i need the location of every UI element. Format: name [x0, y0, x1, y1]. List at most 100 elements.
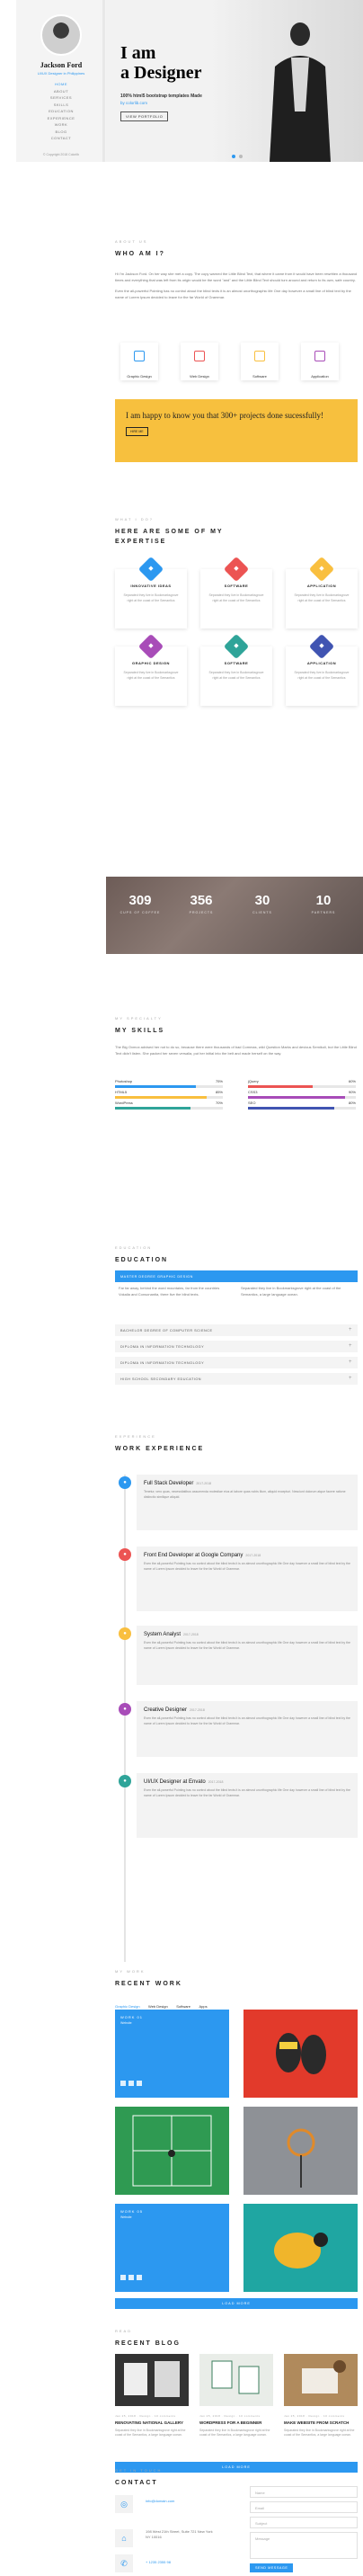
post-excerpt: Separated they live in Bookmarksgrove ri… — [284, 2429, 355, 2437]
subject-field[interactable]: Subject — [250, 2517, 358, 2528]
work-tile-2[interactable] — [243, 2010, 358, 2098]
contact-email[interactable]: info@domain.com — [146, 2499, 174, 2504]
work-title: RECENT WORK — [115, 1981, 182, 1987]
skill-track — [248, 1085, 356, 1088]
globe-icon: ◎ — [115, 2495, 133, 2513]
page: { "sidebar":{"name":"Jackson Ford","role… — [0, 0, 363, 2576]
work-tile-3[interactable] — [115, 2107, 229, 2195]
accordion-open-item[interactable]: MASTER DEGREE GRAPHIC DESIGN — [115, 1270, 358, 1282]
work-tile-6[interactable] — [243, 2204, 358, 2292]
nav-skills[interactable]: SKILLS — [16, 102, 106, 109]
timeline-dot-icon: ● — [119, 1476, 131, 1489]
tab-apps[interactable]: Apps — [199, 2004, 207, 2009]
counter-label: PROJECTS — [189, 911, 214, 914]
heart-icon[interactable] — [120, 2081, 126, 2086]
nav-experience[interactable]: EXPERIENCE — [16, 115, 106, 122]
skill-track — [115, 1085, 223, 1088]
feature-graphic-design: Graphic Design — [120, 343, 158, 380]
calendar-icon[interactable] — [137, 2081, 142, 2086]
service-desc: Separated they live in Bookmarksgrove ri… — [123, 671, 179, 680]
blog-post[interactable]: Jan 25, 2018 · Design · 10 comments WORD… — [199, 2354, 273, 2438]
name-field[interactable]: Name — [250, 2486, 358, 2498]
post-title[interactable]: RENOVATING NATIONAL GALLERY — [115, 2420, 189, 2426]
accordion-item[interactable]: HIGH SCHOOL SECONDARY EDUCATION + — [115, 1373, 358, 1385]
tab-web-design[interactable]: Web Design — [148, 2004, 168, 2009]
nav-services[interactable]: SERVICES — [16, 94, 106, 102]
timeline-dot-icon: ● — [119, 1627, 131, 1640]
about-kicker: ABOUT US — [115, 239, 148, 244]
tile-caption: WORK 01 Website — [120, 2015, 143, 2025]
hero-title: I am a Designer — [120, 43, 202, 83]
nav-about[interactable]: ABOUT — [16, 88, 106, 95]
accordion-label: BACHELOR DEGREE OF COMPUTER SCIENCE — [120, 1328, 213, 1333]
calendar-icon[interactable] — [137, 2275, 142, 2280]
feature-label: Software — [252, 374, 267, 379]
work-section: MY WORK RECENT WORK Graphic Design Web D… — [115, 1969, 358, 2311]
skill-percent: 70% — [215, 1101, 223, 1105]
nav-blog[interactable]: BLOG — [16, 129, 106, 136]
blog-post[interactable]: Jan 25, 2018 · Design · 10 comments MAKE… — [284, 2354, 358, 2438]
work-tile-1[interactable]: WORK 01 Website — [115, 2010, 229, 2098]
eye-icon[interactable] — [128, 2275, 134, 2280]
accordion-item[interactable]: DIPLOMA IN INFORMATION TECHNOLOGY + — [115, 1357, 358, 1368]
service-card: ◆ GRAPHIC DESIGN Separated they live in Bo… — [115, 633, 187, 706]
service-icon: ◆ — [308, 633, 335, 660]
service-icon: ◆ — [223, 556, 250, 583]
skill-fill — [115, 1107, 190, 1110]
work-tile-5[interactable]: WORK 05 Website — [115, 2204, 229, 2292]
eye-icon[interactable] — [128, 2081, 134, 2086]
nav-contact[interactable]: CONTACT — [16, 135, 106, 142]
tab-graphic-design[interactable]: Graphic Design — [115, 2004, 140, 2009]
counter-value: 356 — [190, 893, 213, 908]
accordion-panel: Far far away, behind the word mountains,… — [115, 1286, 358, 1318]
skill-percent: 80% — [348, 1101, 356, 1105]
post-title[interactable]: WORDPRESS FOR A BEGINNER — [199, 2420, 273, 2426]
bulb-icon — [134, 351, 145, 361]
hero-credit-link[interactable]: by colorlib.com — [120, 101, 147, 105]
globe-icon — [194, 351, 205, 361]
hire-me-button[interactable]: HIRE ME — [126, 427, 148, 436]
skill-track — [248, 1096, 356, 1099]
slider-dot-2[interactable] — [239, 155, 243, 158]
service-card: ◆ APPLICATION Separated they live in Bookm… — [286, 633, 358, 706]
service-icon: ◆ — [137, 633, 164, 660]
post-excerpt: Separated they live in Bookmarksgrove ri… — [115, 2429, 186, 2437]
work-tile-4[interactable] — [243, 2107, 358, 2195]
accordion-item[interactable]: DIPLOMA IN INFORMATION TECHNOLOGY + — [115, 1341, 358, 1352]
counter-projects: 356 PROJECTS — [174, 893, 228, 914]
skill-name: jQuery — [248, 1079, 259, 1083]
accordion-item[interactable]: BACHELOR DEGREE OF COMPUTER SCIENCE + — [115, 1324, 358, 1336]
about-paragraph-1: Hi I'm Jackson Ford. On her way she met … — [115, 272, 358, 282]
nav-work[interactable]: WORK — [16, 121, 106, 129]
job-date: 2017-2018 — [196, 1482, 212, 1485]
email-field[interactable]: Email — [250, 2501, 358, 2513]
post-title[interactable]: MAKE WEBSITE FROM SCRATCH — [284, 2420, 358, 2426]
service-title: SOFTWARE — [224, 584, 249, 588]
work-load-more-button[interactable]: LOAD MORE — [115, 2298, 358, 2309]
counter-label: CLIENTS — [252, 911, 272, 914]
skill-fill — [248, 1107, 334, 1110]
sidebar-scrollbar[interactable] — [102, 0, 105, 162]
nav-home[interactable]: HOME — [16, 81, 106, 88]
skill-bar: Photoshop 75% — [115, 1079, 223, 1088]
skill-bar: WordPress 70% — [115, 1101, 223, 1110]
send-message-button[interactable]: SEND MESSAGE — [250, 2563, 294, 2572]
skill-track — [248, 1107, 356, 1110]
blog-section: READ RECENT BLOG Jan 25, 2018 · Design ·… — [115, 2329, 358, 2473]
accordion-label: DIPLOMA IN INFORMATION TECHNOLOGY — [120, 1360, 205, 1365]
heart-icon[interactable] — [120, 2275, 126, 2280]
copyright: © Copyright 2018 Colorlib — [42, 153, 80, 156]
skill-name: CSS3 — [248, 1090, 258, 1094]
tile-title: WORK 05 — [120, 2209, 144, 2214]
blog-post[interactable]: Jan 25, 2018 · Design · 10 comments RENO… — [115, 2354, 189, 2438]
counter-label: CUPS OF COFFEE — [120, 911, 161, 914]
slider-dot-1[interactable] — [232, 155, 235, 158]
contact-section: GET IN TOUCH CONTACT ◎ info@domain.com ⌂ 1… — [115, 2468, 358, 2572]
service-desc: Separated they live in Bookmarksgrove ri… — [208, 593, 264, 602]
nav-education[interactable]: EDUCATION — [16, 108, 106, 115]
counter-value: 10 — [315, 893, 332, 908]
tab-software[interactable]: Software — [176, 2004, 190, 2009]
message-field[interactable]: Message — [250, 2532, 358, 2559]
view-portfolio-button[interactable]: VIEW PORTFOLIO — [120, 111, 169, 121]
contact-phone[interactable]: + 1235 2355 98 — [146, 2560, 171, 2565]
